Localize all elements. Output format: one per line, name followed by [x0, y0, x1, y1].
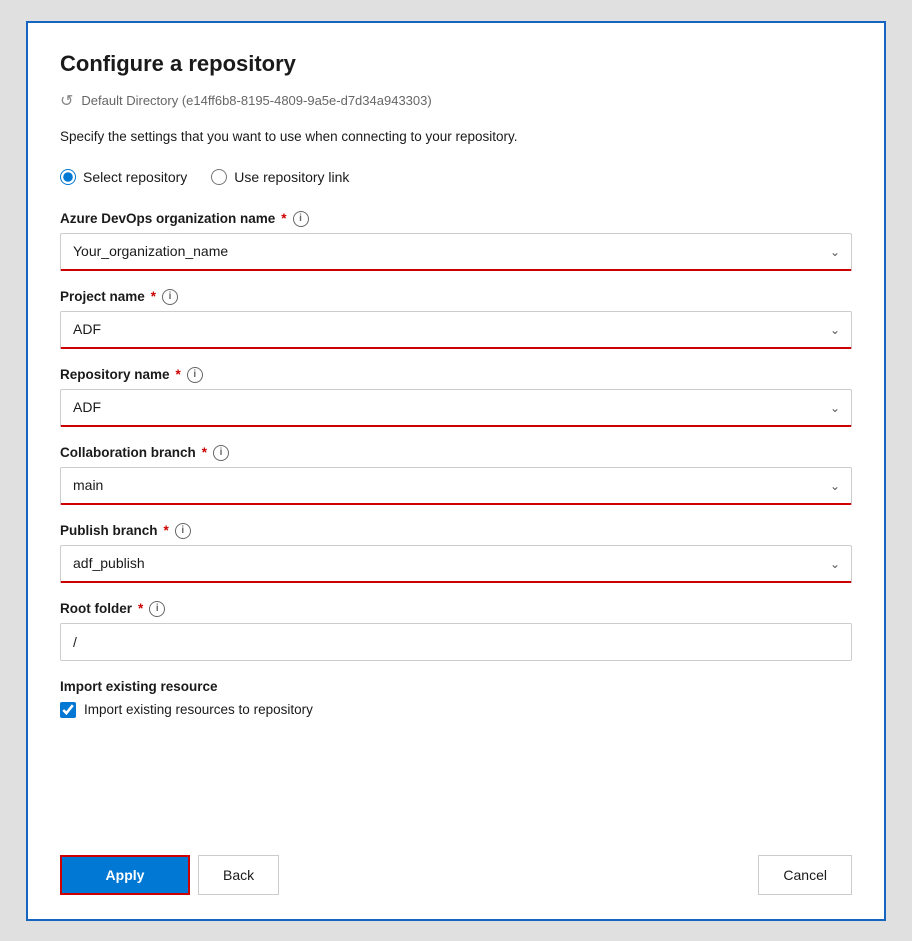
footer-buttons: Apply Back Cancel: [60, 839, 852, 895]
org-name-select-wrapper: Your_organization_name ⌄: [60, 233, 852, 271]
project-name-group: Project name * i ADF ⌄: [60, 289, 852, 349]
radio-select-repository-input[interactable]: [60, 169, 76, 185]
root-folder-required: *: [138, 601, 143, 616]
description-text: Specify the settings that you want to us…: [60, 127, 852, 147]
directory-label: Default Directory (e14ff6b8-8195-4809-9a…: [81, 93, 431, 108]
back-button[interactable]: Back: [198, 855, 279, 895]
org-name-group: Azure DevOps organization name * i Your_…: [60, 211, 852, 271]
radio-select-repository-label: Select repository: [83, 169, 187, 185]
org-name-info-icon[interactable]: i: [293, 211, 309, 227]
collab-branch-label: Collaboration branch * i: [60, 445, 852, 461]
publish-branch-required: *: [164, 523, 169, 538]
repo-name-info-icon[interactable]: i: [187, 367, 203, 383]
cancel-button[interactable]: Cancel: [758, 855, 852, 895]
project-name-info-icon[interactable]: i: [162, 289, 178, 305]
import-existing-checkbox[interactable]: [60, 702, 76, 718]
project-name-label: Project name * i: [60, 289, 852, 305]
configure-repository-dialog: Configure a repository ↺ Default Directo…: [26, 21, 886, 921]
radio-use-link-label: Use repository link: [234, 169, 349, 185]
root-folder-input[interactable]: [60, 623, 852, 661]
repo-name-label: Repository name * i: [60, 367, 852, 383]
repo-name-required: *: [176, 367, 181, 382]
repo-name-select[interactable]: ADF: [60, 389, 852, 427]
import-existing-resource-group: Import existing resource Import existing…: [60, 679, 852, 718]
publish-branch-select[interactable]: adf_publish: [60, 545, 852, 583]
collab-branch-info-icon[interactable]: i: [213, 445, 229, 461]
root-folder-info-icon[interactable]: i: [149, 601, 165, 617]
collab-branch-select-wrapper: main ⌄: [60, 467, 852, 505]
directory-icon: ↺: [60, 91, 73, 111]
collab-branch-group: Collaboration branch * i main ⌄: [60, 445, 852, 505]
collab-branch-select[interactable]: main: [60, 467, 852, 505]
collab-branch-required: *: [202, 445, 207, 460]
project-name-required: *: [151, 289, 156, 304]
project-name-select[interactable]: ADF: [60, 311, 852, 349]
publish-branch-info-icon[interactable]: i: [175, 523, 191, 539]
radio-use-link-input[interactable]: [211, 169, 227, 185]
repo-name-select-wrapper: ADF ⌄: [60, 389, 852, 427]
root-folder-group: Root folder * i: [60, 601, 852, 661]
publish-branch-label: Publish branch * i: [60, 523, 852, 539]
repo-type-radio-group: Select repository Use repository link: [60, 169, 852, 185]
org-name-required: *: [281, 211, 286, 226]
dialog-title: Configure a repository: [60, 51, 852, 77]
project-name-select-wrapper: ADF ⌄: [60, 311, 852, 349]
org-name-select[interactable]: Your_organization_name: [60, 233, 852, 271]
import-existing-resource-label: Import existing resource: [60, 679, 852, 694]
import-existing-checkbox-option[interactable]: Import existing resources to repository: [60, 702, 852, 718]
apply-button[interactable]: Apply: [60, 855, 190, 895]
publish-branch-group: Publish branch * i adf_publish ⌄: [60, 523, 852, 583]
radio-use-link[interactable]: Use repository link: [211, 169, 349, 185]
import-existing-checkbox-label: Import existing resources to repository: [84, 702, 313, 717]
repo-name-group: Repository name * i ADF ⌄: [60, 367, 852, 427]
org-name-label: Azure DevOps organization name * i: [60, 211, 852, 227]
directory-row: ↺ Default Directory (e14ff6b8-8195-4809-…: [60, 91, 852, 111]
publish-branch-select-wrapper: adf_publish ⌄: [60, 545, 852, 583]
radio-select-repository[interactable]: Select repository: [60, 169, 187, 185]
root-folder-label: Root folder * i: [60, 601, 852, 617]
